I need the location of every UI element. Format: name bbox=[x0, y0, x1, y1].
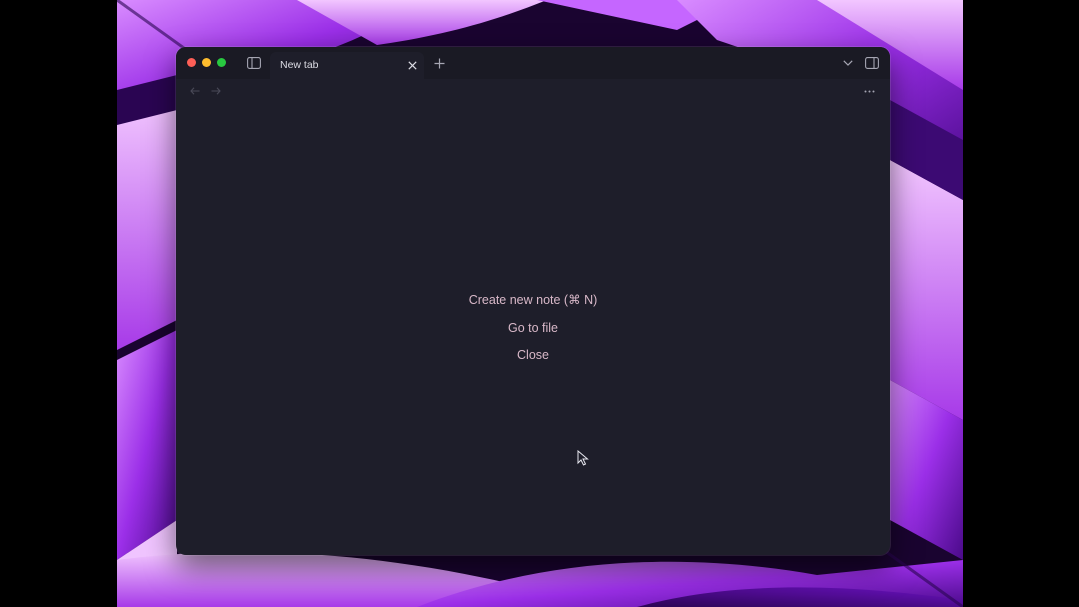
create-new-note-link[interactable]: Create new note (⌘ N) bbox=[469, 287, 598, 315]
mouse-pointer-icon bbox=[577, 449, 589, 466]
arrow-left-icon[interactable] bbox=[189, 85, 201, 97]
window-close-button[interactable] bbox=[187, 58, 196, 67]
screen: New tab Create new note (⌘ N) Go to file… bbox=[0, 0, 1079, 607]
title-bar: New tab bbox=[176, 47, 890, 79]
close-link[interactable]: Close bbox=[517, 342, 549, 370]
go-to-file-link[interactable]: Go to file bbox=[508, 315, 558, 343]
arrow-right-icon[interactable] bbox=[210, 85, 222, 97]
empty-tab-actions: Create new note (⌘ N) Go to file Close bbox=[176, 287, 890, 370]
window-zoom-button[interactable] bbox=[217, 58, 226, 67]
tab-label: New tab bbox=[280, 59, 319, 71]
window-minimize-button[interactable] bbox=[202, 58, 211, 67]
close-icon[interactable] bbox=[406, 59, 418, 71]
chevron-down-icon[interactable] bbox=[841, 57, 855, 69]
app-window: New tab Create new note (⌘ N) Go to file… bbox=[176, 47, 890, 555]
plus-icon[interactable] bbox=[432, 56, 446, 70]
sidebar-left-icon[interactable] bbox=[246, 55, 262, 71]
more-horizontal-icon[interactable] bbox=[862, 85, 876, 97]
navigation-bar bbox=[176, 79, 890, 105]
tab-new-tab[interactable]: New tab bbox=[270, 52, 424, 79]
sidebar-right-icon[interactable] bbox=[864, 55, 880, 71]
